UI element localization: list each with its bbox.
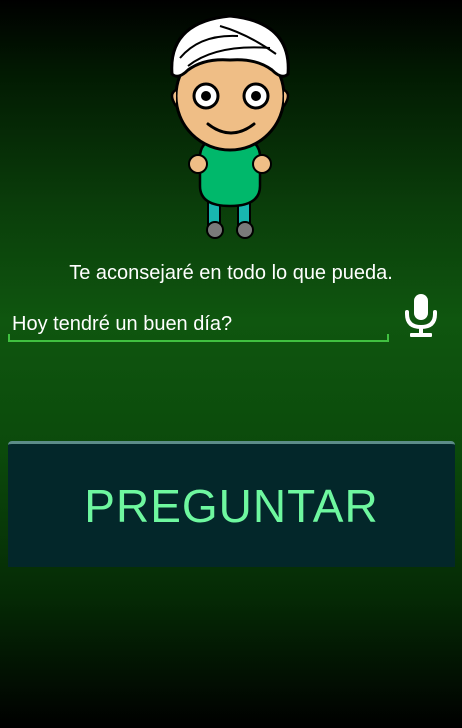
advisor-character-icon <box>160 14 300 242</box>
microphone-icon <box>405 294 437 337</box>
advice-subtitle: Te aconsejaré en todo lo que pueda. <box>69 262 393 284</box>
ask-button[interactable]: PREGUNTAR <box>8 441 455 567</box>
input-underline <box>8 334 389 342</box>
microphone-button[interactable] <box>402 292 440 340</box>
